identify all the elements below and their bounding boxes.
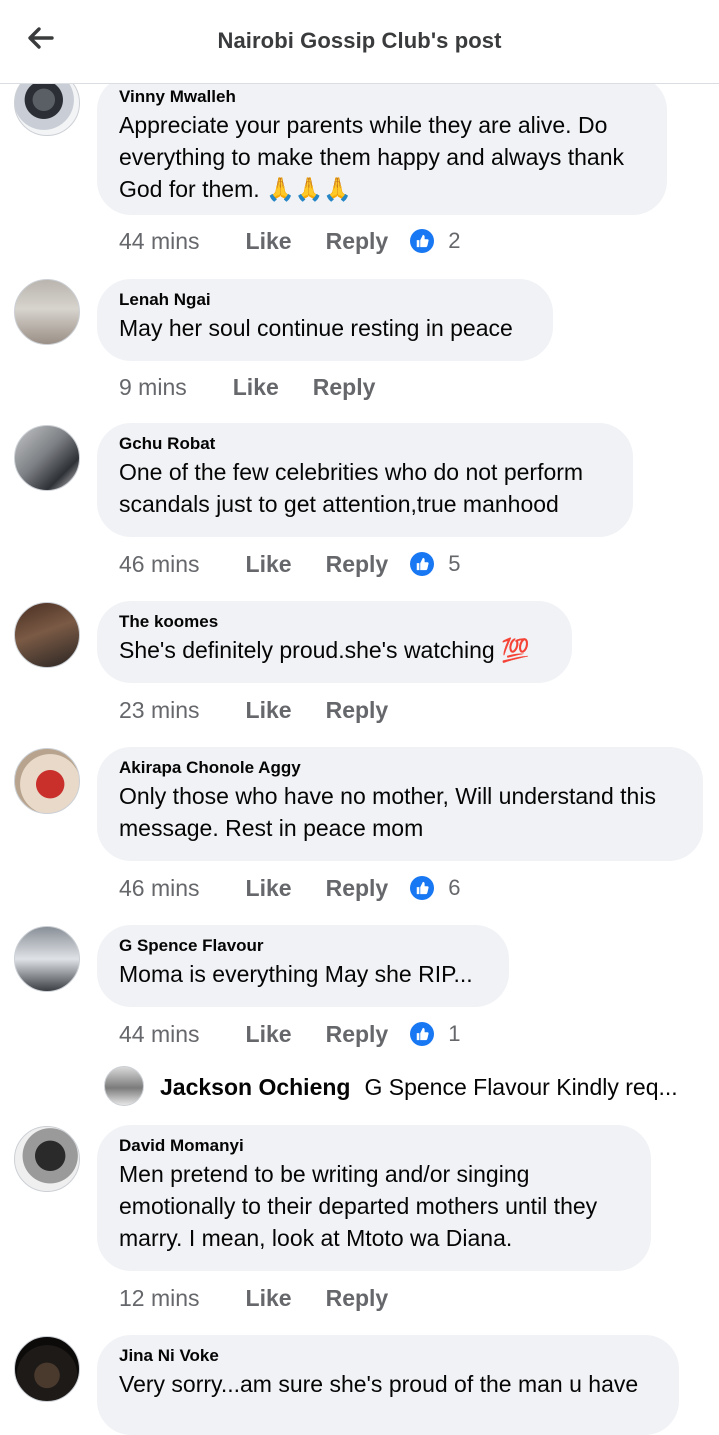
thumbs-up-icon[interactable] xyxy=(410,876,435,900)
comment-text-line: everything to make them happy and always… xyxy=(119,144,625,170)
reaction-count[interactable]: 2 xyxy=(448,228,460,254)
comment-time[interactable]: 44 mins xyxy=(119,1021,200,1048)
reply-preview-text[interactable]: Jackson Ochieng G Spence Flavour Kindly r… xyxy=(160,1074,690,1101)
comment-meta: 46 mins Like Reply 5 xyxy=(119,549,460,579)
reply-button[interactable]: Reply xyxy=(326,1021,389,1048)
comment-text-line: God for them. 🙏🙏🙏 xyxy=(119,176,352,202)
comment-text-line: Men pretend to be writing and/or singing xyxy=(119,1161,530,1187)
reply-button[interactable]: Reply xyxy=(326,875,389,902)
comment-text: Moma is everything May she RIP... xyxy=(119,958,487,990)
comment-text-line: Very sorry...am sure she's proud of the … xyxy=(119,1371,639,1397)
avatar[interactable] xyxy=(14,602,80,668)
reply-button[interactable]: Reply xyxy=(326,228,389,255)
like-button[interactable]: Like xyxy=(233,374,279,401)
reaction-count[interactable]: 5 xyxy=(448,551,460,577)
comment-text: May her soul continue resting in peace xyxy=(119,312,531,344)
reply-author[interactable]: Jackson Ochieng xyxy=(160,1074,350,1100)
avatar[interactable] xyxy=(104,1066,144,1106)
thumbs-up-icon[interactable] xyxy=(410,552,435,576)
comment-text: Men pretend to be writing and/or singing… xyxy=(119,1158,629,1254)
comment-time[interactable]: 9 mins xyxy=(119,374,187,401)
avatar[interactable] xyxy=(14,926,80,992)
comment-bubble: Akirapa Chonole Aggy Only those who have… xyxy=(97,747,703,861)
comment-bubble: G Spence Flavour Moma is everything May … xyxy=(97,925,509,1007)
avatar[interactable] xyxy=(14,748,80,814)
comment-bubble: David Momanyi Men pretend to be writing … xyxy=(97,1125,651,1271)
avatar[interactable] xyxy=(14,425,80,491)
comment-text-line: message. Rest in peace mom xyxy=(119,815,424,841)
comment-author[interactable]: Gchu Robat xyxy=(119,434,611,454)
comment-text-line: emotionally to their departed mothers un… xyxy=(119,1193,598,1219)
comment-text-line: One of the few celebrities who do not pe… xyxy=(119,459,584,485)
comment-author[interactable]: The koomes xyxy=(119,612,550,632)
like-button[interactable]: Like xyxy=(246,228,292,255)
comment-time[interactable]: 23 mins xyxy=(119,697,200,724)
comment-author[interactable]: Akirapa Chonole Aggy xyxy=(119,758,681,778)
comment-bubble: The koomes She's definitely proud.she's … xyxy=(97,601,572,683)
comment-text-line: May her soul continue resting in peace xyxy=(119,315,513,341)
comment-meta: 12 mins Like Reply xyxy=(119,1283,410,1313)
comment-meta: 23 mins Like Reply xyxy=(119,695,410,725)
reply-button[interactable]: Reply xyxy=(326,697,389,724)
page-title: Nairobi Gossip Club's post xyxy=(217,28,502,53)
comment-time[interactable]: 44 mins xyxy=(119,228,200,255)
comment-meta: 44 mins Like Reply 1 xyxy=(119,1019,460,1049)
comment-text-line: marry. I mean, look at Mtoto wa Diana. xyxy=(119,1225,513,1251)
comment-bubble: Lenah Ngai May her soul continue resting… xyxy=(97,279,553,361)
reply-button[interactable]: Reply xyxy=(326,551,389,578)
top-bar: Nairobi Gossip Club's post xyxy=(0,0,719,84)
reaction-count[interactable]: 1 xyxy=(448,1021,460,1047)
comment-text-line: scandals just to get attention,true manh… xyxy=(119,491,559,517)
like-button[interactable]: Like xyxy=(246,697,292,724)
comment-meta: 46 mins Like Reply 6 xyxy=(119,873,460,903)
comment-text-line: Only those who have no mother, Will unde… xyxy=(119,783,656,809)
avatar[interactable] xyxy=(14,1336,80,1402)
avatar[interactable] xyxy=(14,279,80,345)
comment-author[interactable]: Lenah Ngai xyxy=(119,290,531,310)
comment-time[interactable]: 46 mins xyxy=(119,875,200,902)
comment-author[interactable]: Jina Ni Voke xyxy=(119,1346,657,1366)
comment-bubble: Gchu Robat One of the few celebrities wh… xyxy=(97,423,633,537)
avatar[interactable] xyxy=(14,1126,80,1192)
comment-text-line: She's definitely proud.she's watching 💯 xyxy=(119,637,530,663)
comment-text: She's definitely proud.she's watching 💯 xyxy=(119,634,550,666)
reply-button[interactable]: Reply xyxy=(313,374,376,401)
like-button[interactable]: Like xyxy=(246,875,292,902)
comment-time[interactable]: 46 mins xyxy=(119,551,200,578)
comment-text: One of the few celebrities who do not pe… xyxy=(119,456,611,520)
comments-feed: Vinny Mwalleh Appreciate your parents wh… xyxy=(0,0,719,1435)
thumbs-up-icon[interactable] xyxy=(410,229,435,253)
reply-button[interactable]: Reply xyxy=(326,1285,389,1312)
comment-meta: 9 mins Like Reply xyxy=(119,372,397,402)
comment-text: Only those who have no mother, Will unde… xyxy=(119,780,681,844)
like-button[interactable]: Like xyxy=(246,551,292,578)
reply-text: G Spence Flavour Kindly req... xyxy=(364,1074,678,1100)
comment-text: Appreciate your parents while they are a… xyxy=(119,109,645,205)
reaction-count[interactable]: 6 xyxy=(448,875,460,901)
like-button[interactable]: Like xyxy=(246,1285,292,1312)
like-button[interactable]: Like xyxy=(246,1021,292,1048)
comment-meta: 44 mins Like Reply 2 xyxy=(119,226,460,256)
comment-author[interactable]: Vinny Mwalleh xyxy=(119,87,645,107)
comment-text: Very sorry...am sure she's proud of the … xyxy=(119,1368,657,1400)
comment-text-line: Appreciate your parents while they are a… xyxy=(119,112,608,138)
thumbs-up-icon[interactable] xyxy=(410,1022,435,1046)
comment-bubble: Vinny Mwalleh Appreciate your parents wh… xyxy=(97,76,667,215)
comment-author[interactable]: David Momanyi xyxy=(119,1136,629,1156)
comment-text-line: Moma is everything May she RIP... xyxy=(119,961,473,987)
comment-time[interactable]: 12 mins xyxy=(119,1285,200,1312)
comment-bubble: Jina Ni Voke Very sorry...am sure she's … xyxy=(97,1335,679,1435)
comment-author[interactable]: G Spence Flavour xyxy=(119,936,487,956)
